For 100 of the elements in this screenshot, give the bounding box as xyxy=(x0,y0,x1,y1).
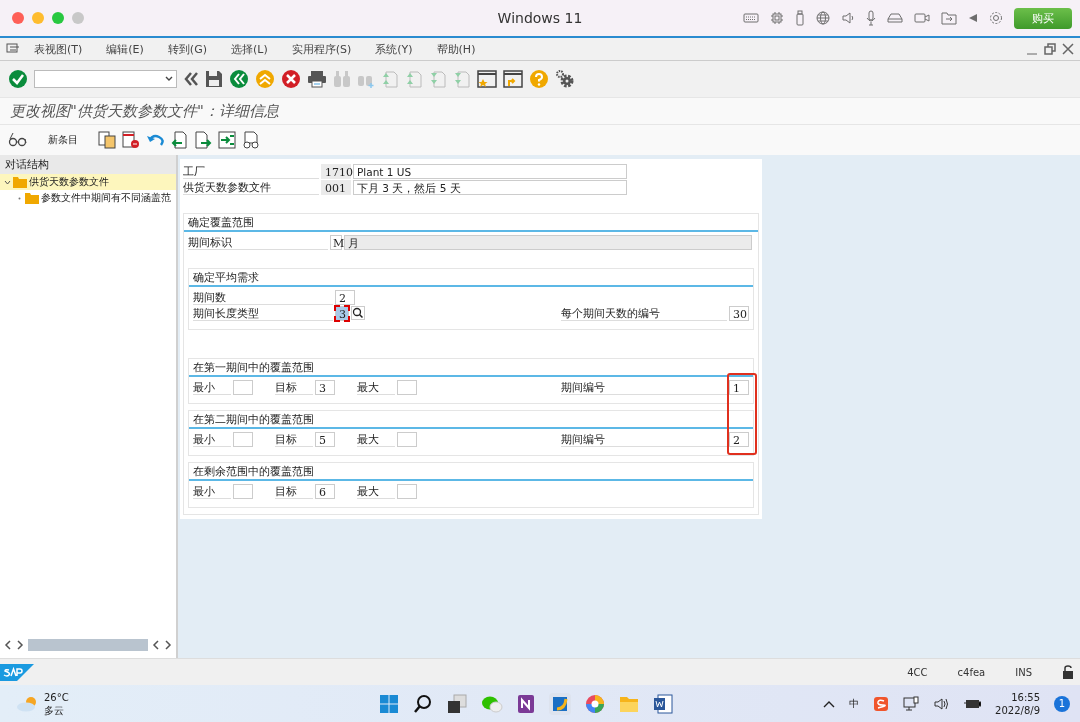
screen-title: 更改视图"供货天数参数文件"：详细信息 xyxy=(10,101,279,121)
input-field[interactable]: 6 xyxy=(315,483,335,499)
battery-icon[interactable] xyxy=(963,697,982,711)
app-icon[interactable] xyxy=(548,693,571,715)
window-title: Windows 11 xyxy=(497,10,583,26)
menu-item[interactable]: 系统(Y) xyxy=(361,41,423,57)
close-icon[interactable] xyxy=(1062,43,1074,55)
input-field[interactable] xyxy=(233,431,253,447)
speaker-icon[interactable] xyxy=(841,11,855,25)
input-field[interactable]: 2 xyxy=(335,289,355,305)
cancel-icon[interactable] xyxy=(281,69,301,89)
chat-icon[interactable] xyxy=(480,694,503,714)
back-icon[interactable] xyxy=(229,69,249,89)
help-icon[interactable] xyxy=(529,69,549,89)
check-icon[interactable] xyxy=(8,69,28,89)
globe-icon[interactable] xyxy=(816,11,830,25)
menu-item[interactable]: 选择(L) xyxy=(216,41,278,57)
input-field[interactable]: 2 xyxy=(729,431,749,447)
search-icon[interactable] xyxy=(412,694,433,714)
drive-icon[interactable] xyxy=(887,12,903,24)
folder-icon xyxy=(25,192,39,204)
scroll-right-icon[interactable] xyxy=(16,640,24,650)
input-field[interactable] xyxy=(233,379,253,395)
input-field[interactable] xyxy=(397,379,417,395)
color-wheel-icon[interactable] xyxy=(584,694,605,714)
input-field[interactable]: 3 xyxy=(335,305,349,321)
field-label: 工厂 xyxy=(183,163,319,179)
document-glasses-icon[interactable] xyxy=(242,131,260,149)
usb-icon[interactable] xyxy=(795,10,805,26)
input-field[interactable]: 1 xyxy=(729,379,749,395)
code-field: M xyxy=(330,234,342,250)
scroll-left-icon[interactable] xyxy=(152,640,160,650)
menu-item[interactable]: 转到(G) xyxy=(153,41,217,57)
microphone-icon[interactable] xyxy=(866,10,876,26)
input-field[interactable]: 3 xyxy=(315,379,335,395)
field-label: 最大 xyxy=(357,483,395,499)
notebook-icon[interactable] xyxy=(516,694,535,714)
menu-item[interactable]: 帮助(H) xyxy=(422,41,486,57)
transfer-icon[interactable] xyxy=(218,131,236,149)
input-method-icon[interactable] xyxy=(873,696,890,712)
description-field: 下月 3 天，然后 5 天 xyxy=(353,179,627,195)
weather-text: 多云 xyxy=(44,704,65,717)
input-field[interactable] xyxy=(233,483,253,499)
close-button[interactable] xyxy=(12,12,24,24)
folder-icon[interactable] xyxy=(941,11,957,25)
ime-indicator[interactable]: 中 xyxy=(849,697,860,711)
tree-item[interactable]: 参数文件中期间有不同涵盖范 xyxy=(0,190,176,206)
delete-icon[interactable] xyxy=(122,131,140,149)
print-icon[interactable] xyxy=(307,70,327,88)
windows-start-icon[interactable] xyxy=(378,694,399,714)
description-field: 月 xyxy=(344,234,752,250)
panel-header: 对话结构 xyxy=(0,155,176,174)
status-text: c4fea xyxy=(957,666,986,678)
temperature-text: 26°C xyxy=(44,691,69,704)
code-field: 1710 xyxy=(321,163,351,179)
gear-icon[interactable] xyxy=(555,69,575,89)
network-icon[interactable] xyxy=(903,696,920,712)
tree-item[interactable]: 供货天数参数文件 xyxy=(0,174,176,190)
input-field[interactable] xyxy=(397,431,417,447)
scrollbar-thumb[interactable] xyxy=(28,639,148,651)
camera-icon[interactable] xyxy=(914,12,930,24)
keyboard-icon[interactable] xyxy=(743,12,759,24)
section-title: 在第一期间中的覆盖范围 xyxy=(189,359,753,377)
scroll-right-icon[interactable] xyxy=(164,640,172,650)
restore-icon[interactable] xyxy=(1044,43,1056,55)
document-icon[interactable] xyxy=(652,694,673,714)
command-field[interactable] xyxy=(34,70,177,88)
expand-caret-icon[interactable] xyxy=(4,178,11,186)
field-label: 最小 xyxy=(193,379,231,395)
task-view-icon[interactable] xyxy=(446,694,467,714)
up-icon[interactable] xyxy=(255,69,275,89)
section-title: 在剩余范围中的覆盖范围 xyxy=(189,463,753,481)
scroll-left-icon[interactable] xyxy=(4,640,12,650)
field-label: 期间编号 xyxy=(561,431,727,447)
export-icon[interactable] xyxy=(194,131,212,149)
new-entries-button[interactable]: 新条目 xyxy=(34,131,92,149)
menu-item[interactable]: 表视图(T) xyxy=(20,41,93,57)
input-field[interactable] xyxy=(397,483,417,499)
double-chevron-icon[interactable] xyxy=(183,71,199,87)
lock-icon[interactable] xyxy=(1062,665,1074,679)
menu-item[interactable]: 实用程序(S) xyxy=(277,41,362,57)
input-field[interactable]: 5 xyxy=(315,431,335,447)
menu-icon[interactable] xyxy=(6,43,20,55)
import-icon[interactable] xyxy=(170,131,188,149)
code-field: 001 xyxy=(321,179,351,195)
field-label: 每个期间天数的编号 xyxy=(561,305,727,321)
triangle-icon[interactable] xyxy=(968,13,978,23)
glasses-icon[interactable] xyxy=(8,131,28,149)
input-field[interactable]: 30 xyxy=(729,305,749,321)
copy-icon[interactable] xyxy=(98,131,116,149)
save-icon[interactable] xyxy=(205,70,223,88)
field-label: 最大 xyxy=(357,379,395,395)
clock-date: 2022/8/9 xyxy=(995,704,1040,717)
notification-badge[interactable]: 1 xyxy=(1054,696,1070,712)
speaker-icon[interactable] xyxy=(933,696,950,712)
chevron-up-icon[interactable] xyxy=(823,700,836,708)
caret-icon xyxy=(165,76,173,82)
search-icon[interactable] xyxy=(351,306,365,320)
menu-item[interactable]: 编辑(E) xyxy=(92,41,154,57)
field-label: 供货天数参数文件 xyxy=(183,179,319,195)
